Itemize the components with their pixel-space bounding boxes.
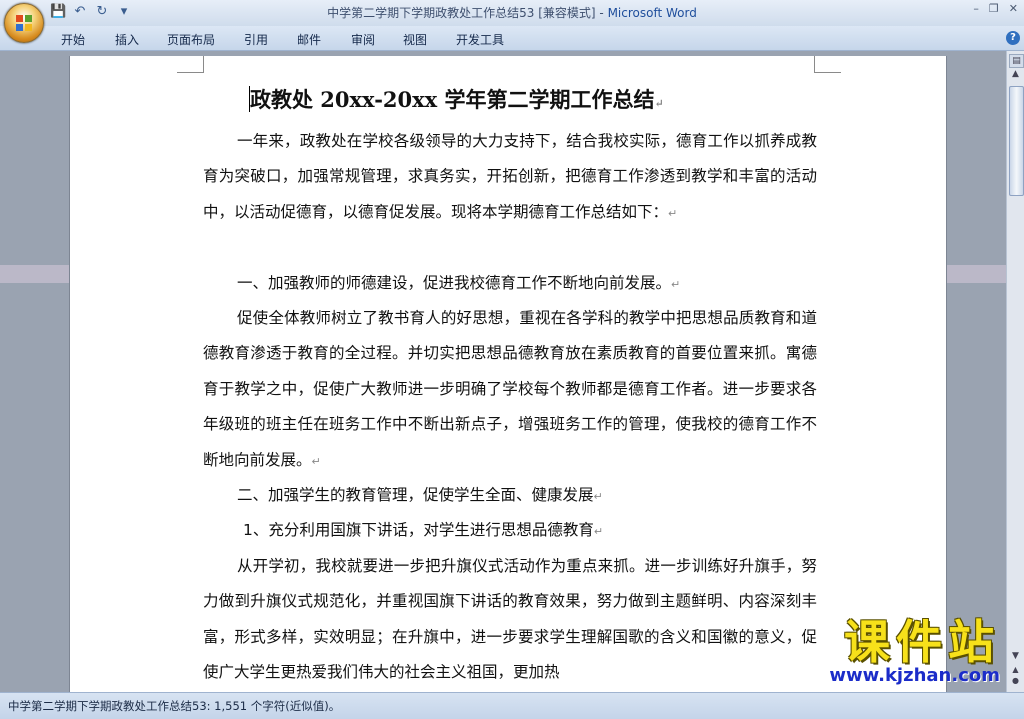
- previous-page-icon[interactable]: ▲: [1009, 665, 1022, 675]
- tab-references[interactable]: 引用: [244, 31, 268, 48]
- tab-home[interactable]: 开始: [61, 31, 85, 48]
- office-logo-icon: [16, 15, 32, 31]
- paragraph-mark-icon: ↵: [671, 278, 681, 291]
- scroll-thumb[interactable]: [1009, 86, 1024, 196]
- paragraph-text: 一、加强教师的师德建设，促进我校德育工作不断地向前发展。: [237, 274, 672, 292]
- paragraph-mark-icon: ↵: [668, 206, 678, 220]
- document-title-text: 中学第二学期下学期政教处工作总结53 [兼容模式]: [327, 6, 596, 20]
- close-button[interactable]: ✕: [1009, 2, 1018, 15]
- paragraph-text: 二、加强学生的教育管理，促使学生全面、健康发展: [237, 486, 594, 504]
- window-title: 中学第二学期下学期政教处工作总结53 [兼容模式] - Microsoft Wo…: [0, 4, 1024, 21]
- paragraph-text: 从开学初，我校就要进一步把升旗仪式活动作为重点来抓。进一步训练好升旗手，努力做到…: [203, 557, 817, 682]
- ruler-toggle-icon[interactable]: ▤: [1009, 54, 1024, 68]
- heading-text: 政教处 20xx-20xx 学年第二学期工作总结: [250, 87, 655, 112]
- crop-mark-top-left: [177, 56, 204, 73]
- watermark-title: 课件站: [844, 615, 1000, 669]
- app-name: Microsoft Word: [607, 6, 697, 20]
- crop-mark-top-right: [814, 56, 841, 73]
- window-controls: – ❐ ✕: [973, 2, 1018, 15]
- paragraph-mark-icon: ↵: [593, 525, 604, 538]
- watermark-url: www.kjzhan.com: [829, 665, 1000, 686]
- paragraph-mark-icon: ↵: [311, 454, 321, 468]
- tab-view[interactable]: 视图: [403, 31, 427, 48]
- paragraph-mark-icon: ↵: [593, 490, 603, 503]
- title-bar: 💾 ↶ ↻ ▾ 中学第二学期下学期政教处工作总结53 [兼容模式] - Micr…: [0, 0, 1024, 26]
- minimize-button[interactable]: –: [973, 2, 979, 15]
- ribbon-tabs: 开始 插入 页面布局 引用 邮件 审阅 视图 开发工具 ?: [0, 26, 1024, 51]
- paragraph-subsection-1-heading[interactable]: 1、充分利用国旗下讲话，对学生进行思想品德教育↵: [203, 513, 817, 549]
- help-icon[interactable]: ?: [1006, 31, 1020, 45]
- watermark-logo: 课件站 www.kjzhan.com: [829, 618, 1000, 686]
- paragraph-text: 1、充分利用国旗下讲话，对学生进行思想品德教育: [243, 521, 594, 539]
- paragraph-intro[interactable]: 一年来，政教处在学校各级领导的大力支持下，结合我校实际，德育工作以抓养成教育为突…: [203, 124, 817, 231]
- document-workspace: 政教处 20xx-20xx 学年第二学期工作总结↵ 一年来，政教处在学校各级领导…: [0, 51, 1006, 692]
- tab-mailings[interactable]: 邮件: [297, 31, 321, 48]
- paragraph-text: 一年来，政教处在学校各级领导的大力支持下，结合我校实际，德育工作以抓养成教育为突…: [203, 132, 817, 221]
- scroll-down-icon[interactable]: ▼: [1009, 651, 1022, 663]
- document-heading[interactable]: 政教处 20xx-20xx 学年第二学期工作总结↵: [250, 84, 664, 114]
- document-page[interactable]: 政教处 20xx-20xx 学年第二学期工作总结↵ 一年来，政教处在学校各级领导…: [69, 56, 947, 692]
- tab-insert[interactable]: 插入: [115, 31, 139, 48]
- paragraph-section-1-body[interactable]: 促使全体教师树立了教书育人的好思想，重视在各学科的教学中把思想品质教育和道德教育…: [203, 301, 817, 479]
- paragraph-mark-icon: ↵: [654, 97, 664, 110]
- office-button[interactable]: [4, 3, 44, 43]
- tab-developer[interactable]: 开发工具: [456, 31, 504, 48]
- paragraph-section-1-heading[interactable]: 一、加强教师的师德建设，促进我校德育工作不断地向前发展。↵: [203, 266, 817, 302]
- restore-button[interactable]: ❐: [989, 2, 999, 15]
- paragraph-text: 促使全体教师树立了教书育人的好思想，重视在各学科的教学中把思想品质教育和道德教育…: [203, 309, 817, 469]
- tab-page-layout[interactable]: 页面布局: [167, 31, 215, 48]
- scroll-up-icon[interactable]: ▲: [1009, 69, 1022, 81]
- paragraph-subsection-1-body[interactable]: 从开学初，我校就要进一步把升旗仪式活动作为重点来抓。进一步训练好升旗手，努力做到…: [203, 549, 817, 691]
- word-count-status[interactable]: 中学第二学期下学期政教处工作总结53: 1,551 个字符(近似值)。: [8, 698, 340, 714]
- tab-review[interactable]: 审阅: [351, 31, 375, 48]
- vertical-scrollbar[interactable]: ▤ ▲ ▼ ▲ ●: [1006, 51, 1024, 692]
- browse-object-icon[interactable]: ●: [1009, 676, 1022, 686]
- paragraph-section-2-heading[interactable]: 二、加强学生的教育管理，促使学生全面、健康发展↵: [203, 478, 817, 514]
- status-bar: 中学第二学期下学期政教处工作总结53: 1,551 个字符(近似值)。: [0, 692, 1024, 719]
- title-separator: -: [595, 6, 608, 20]
